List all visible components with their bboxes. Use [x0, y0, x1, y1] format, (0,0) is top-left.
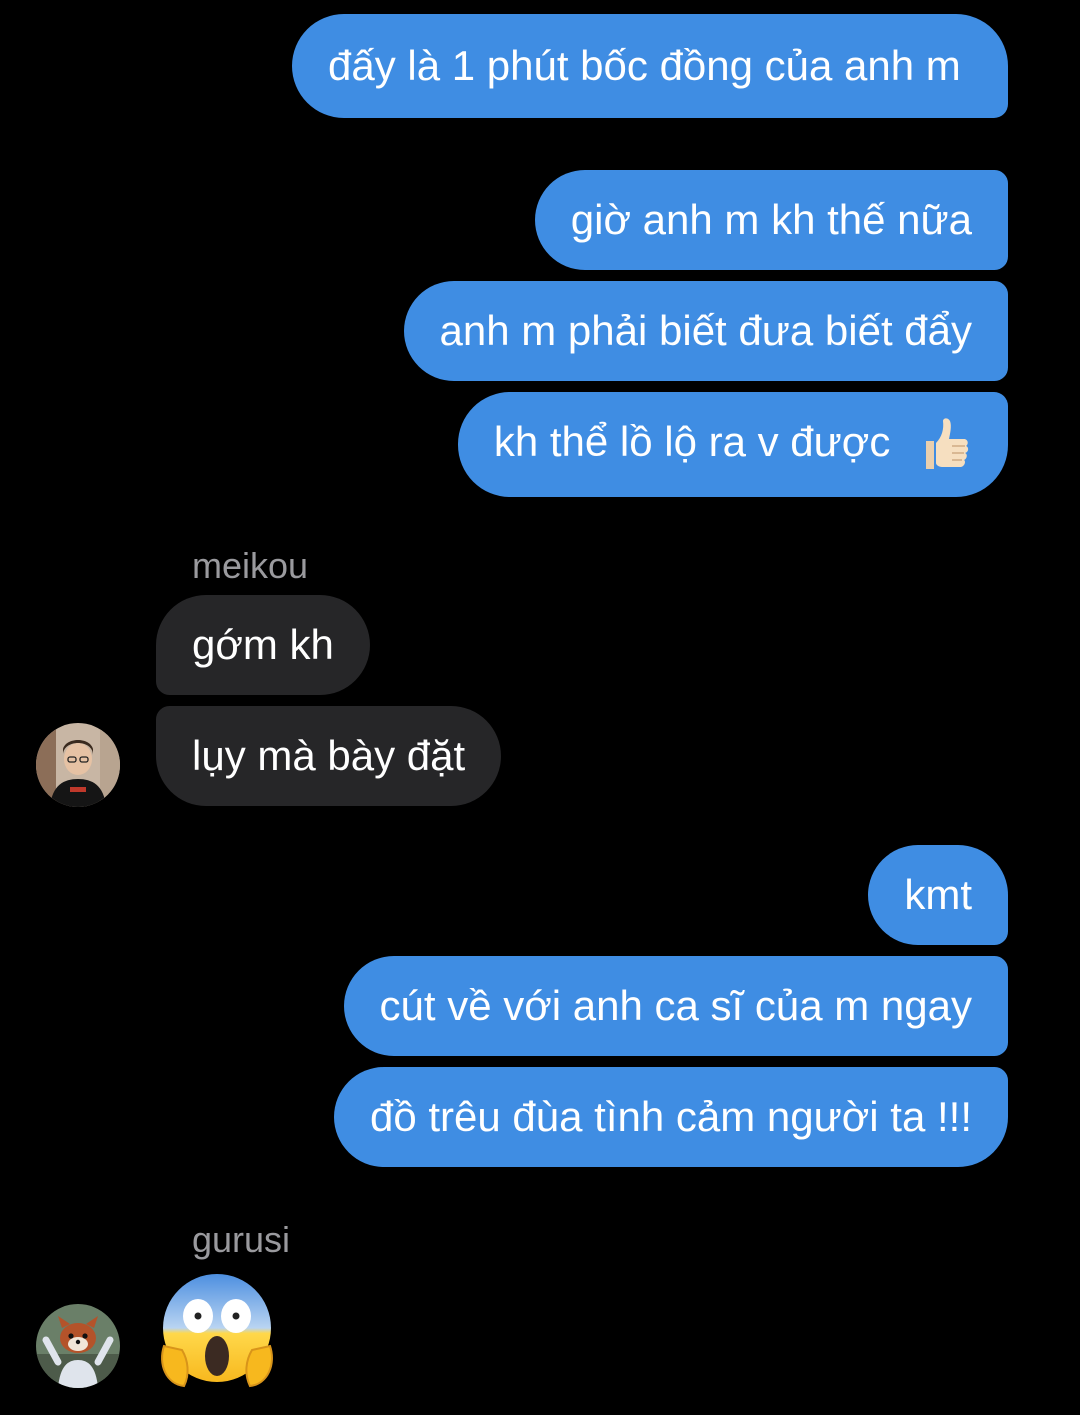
- message-text: đồ trêu đùa tình cảm người ta !!!: [370, 1093, 972, 1140]
- message-text: gớm kh: [192, 621, 334, 668]
- incoming-message[interactable]: gớm kh: [156, 595, 370, 695]
- thumbs-up-icon: [926, 418, 969, 469]
- avatar[interactable]: [36, 1304, 120, 1388]
- message-text: kmt: [904, 871, 972, 918]
- sender-name: gurusi: [192, 1219, 291, 1260]
- outgoing-message[interactable]: anh m phải biết đưa biết đẩy: [403, 281, 1008, 381]
- outgoing-message[interactable]: cút về với anh ca sĩ của m ngay: [343, 956, 1008, 1056]
- message-text: đấy là 1 phút bốc đồng của anh m: [328, 42, 961, 89]
- message-text: lụy mà bày đặt: [192, 732, 466, 779]
- outgoing-message[interactable]: đồ trêu đùa tình cảm người ta !!!: [334, 1067, 1008, 1167]
- avatar[interactable]: [36, 723, 120, 807]
- red-panda-avatar-icon: [36, 1304, 120, 1388]
- incoming-message[interactable]: lụy mà bày đặt: [156, 706, 502, 806]
- face-screaming-in-fear-icon[interactable]: [158, 1268, 276, 1390]
- person-avatar-icon: [36, 723, 120, 807]
- outgoing-message[interactable]: đấy là 1 phút bốc đồng của anh m: [292, 14, 1008, 118]
- message-text: cút về với anh ca sĩ của m ngay: [379, 982, 973, 1029]
- outgoing-message[interactable]: kh thể lồ lộ ra v được: [457, 392, 1008, 497]
- message-text: giờ anh m kh thế nữa: [570, 196, 972, 243]
- message-text: kh thể lồ lộ ra v được: [493, 418, 891, 465]
- message-text: anh m phải biết đưa biết đẩy: [439, 307, 972, 354]
- outgoing-message[interactable]: kmt: [868, 845, 1008, 945]
- sender-name: meikou: [192, 545, 309, 586]
- outgoing-message[interactable]: giờ anh m kh thế nữa: [534, 170, 1008, 270]
